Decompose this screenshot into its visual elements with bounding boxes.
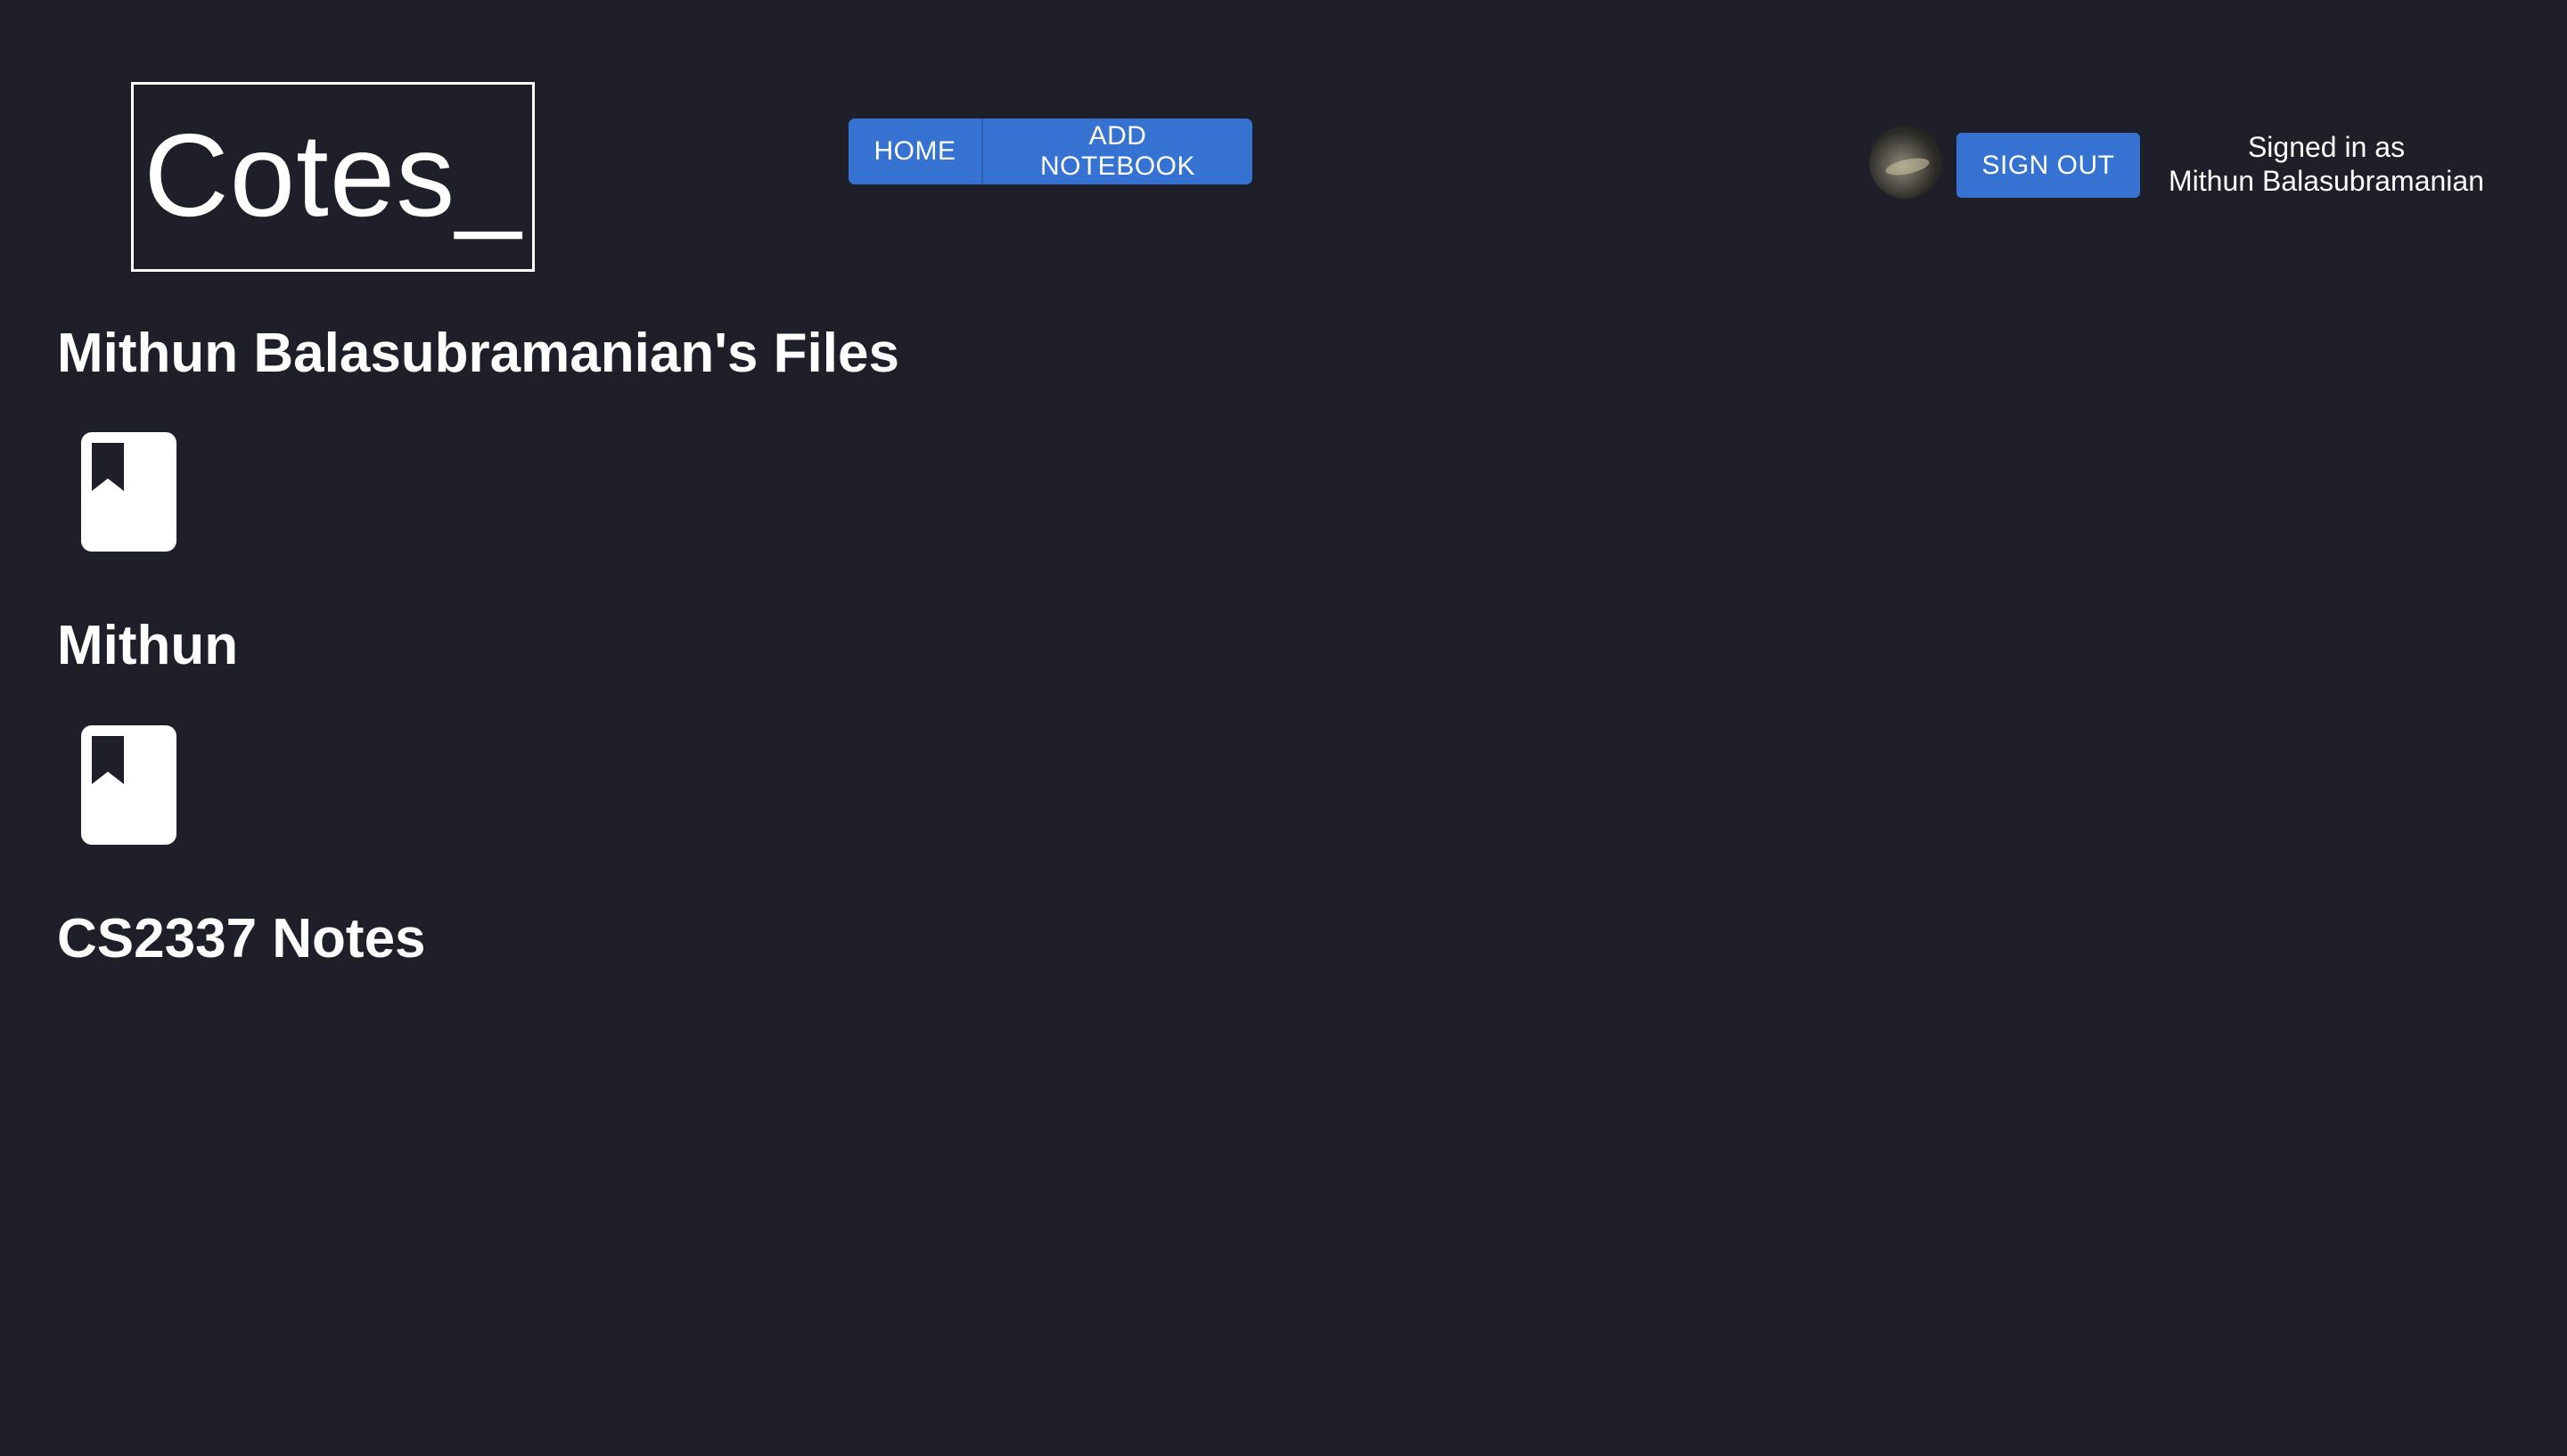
page-title: Mithun Balasubramanian's Files <box>57 323 899 384</box>
notebook-title[interactable]: CS2337 Notes <box>57 912 426 967</box>
add-notebook-button[interactable]: ADD NOTEBOOK <box>983 119 1252 184</box>
page: Cotes_ HOME ADD NOTEBOOK SIGN OUT Signed… <box>0 0 2567 1456</box>
notebook-title[interactable]: Mithun <box>57 618 238 674</box>
notebook-bookmark-icon[interactable] <box>81 432 176 552</box>
main-nav: HOME ADD NOTEBOOK <box>849 119 1252 184</box>
signed-in-user-name: Mithun Balasubramanian <box>2169 165 2484 197</box>
home-button[interactable]: HOME <box>849 119 983 184</box>
signed-in-prefix: Signed in as <box>2247 131 2406 163</box>
logo-text: Cotes_ <box>144 109 522 241</box>
avatar[interactable] <box>1869 126 1942 199</box>
logo[interactable]: Cotes_ <box>131 82 535 272</box>
notebook-bookmark-icon[interactable] <box>81 725 176 845</box>
sign-out-button[interactable]: SIGN OUT <box>1956 133 2140 198</box>
signed-in-info: Signed in as Mithun Balasubramanian <box>2157 130 2496 198</box>
